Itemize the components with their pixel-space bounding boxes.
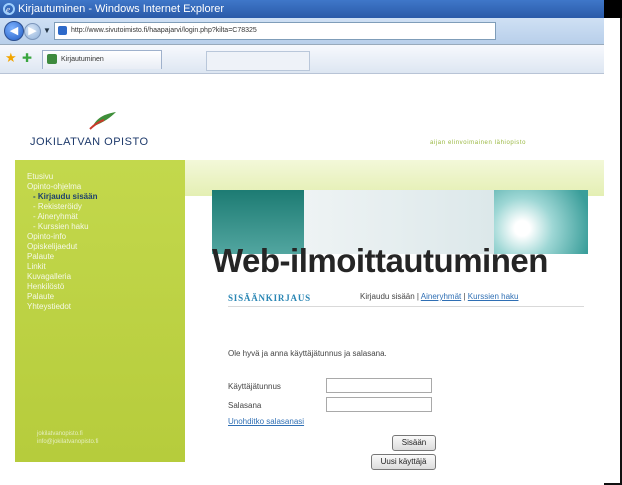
link-kurssien-haku[interactable]: Kurssien haku [468, 292, 519, 301]
svg-text:e: e [6, 5, 10, 15]
add-favorites-icon[interactable]: ✚ [22, 50, 32, 66]
title-bar-edge [604, 0, 622, 18]
link-aineryhmat[interactable]: Aineryhmät [421, 292, 461, 301]
sidebar-item[interactable]: - Rekisteröidy [27, 202, 177, 212]
site-tagline: aijan elinvoimainen lähiopisto [430, 140, 527, 146]
new-user-button[interactable]: Uusi käyttäjä [371, 454, 436, 470]
window-title: Kirjautuminen - Windows Internet Explore… [18, 3, 225, 15]
favorites-star-icon[interactable]: ★ [5, 50, 17, 66]
leaf-logo-icon [89, 112, 116, 130]
sidebar-item[interactable]: - Aineryhmät [27, 212, 177, 222]
tab-label: Kirjautuminen [61, 56, 104, 63]
sidebar-item[interactable]: Etusivu [27, 172, 177, 182]
forgot-password-link[interactable]: Unohditko salasanasi [228, 417, 304, 426]
logo-text: JOKILATVAN OPISTO [30, 136, 149, 148]
username-field[interactable] [326, 378, 432, 393]
page-title: Web-ilmoittautuminen [212, 242, 548, 279]
password-label: Salasana [228, 401, 262, 410]
tab-bar: ★ ✚ Kirjautuminen [0, 45, 604, 74]
ie-logo-icon: e [3, 3, 15, 15]
sidebar-item[interactable]: Palaute [27, 252, 177, 262]
sidebar-footer-line[interactable]: jokilatvanopisto.fi [37, 430, 177, 438]
sidebar-item[interactable]: Palaute [27, 292, 177, 302]
sidebar-item[interactable]: - Kurssien haku [27, 222, 177, 232]
history-dropdown-icon[interactable]: ▼ [43, 26, 51, 35]
page-icon [58, 25, 67, 35]
sidebar-item[interactable]: Kuvagalleria [27, 272, 177, 282]
section-heading: SISÄÄNKIRJAUS [228, 293, 311, 303]
links-prefix: Kirjaudu sisään | [360, 292, 421, 301]
window-title-bar: e Kirjautuminen - Windows Internet Explo… [0, 0, 622, 18]
sidebar-item[interactable]: Linkit [27, 262, 177, 272]
forward-arrow-icon[interactable]: ▶ [24, 23, 41, 40]
login-instructions: Ole hyvä ja anna käyttäjätunnus ja salas… [228, 349, 387, 358]
sidebar-menu: Etusivu Opinto-ohjelma - Kirjaudu sisään - … [27, 172, 177, 312]
sidebar-footer-line[interactable]: info@jokilatvanopisto.fi [37, 438, 177, 446]
sidebar-item[interactable]: Yhteystiedot [27, 302, 177, 312]
sidebar: Etusivu Opinto-ohjelma - Kirjaudu sisään - … [15, 160, 185, 462]
section-links: Kirjaudu sisään | Aineryhmät | Kurssien … [360, 292, 518, 301]
new-tab-button[interactable] [206, 51, 310, 71]
address-input[interactable]: http://www.sivutoimisto.fi/haapajarvi/lo… [54, 22, 496, 40]
sidebar-item[interactable]: Opinto-info [27, 232, 177, 242]
password-field[interactable] [326, 397, 432, 412]
sidebar-item[interactable]: Henkilöstö [27, 282, 177, 292]
address-url: http://www.sivutoimisto.fi/haapajarvi/lo… [71, 27, 257, 34]
tab-page-icon [47, 54, 57, 65]
site-logo[interactable]: JOKILATVAN OPISTO [30, 110, 190, 162]
sidebar-item[interactable]: - Kirjaudu sisään [27, 192, 177, 202]
section-divider [228, 306, 584, 307]
address-toolbar: ◀ ▶ ▼ http://www.sivutoimisto.fi/haapaja… [0, 18, 604, 45]
username-label: Käyttäjätunnus [228, 382, 281, 391]
sidebar-footer: jokilatvanopisto.fi info@jokilatvanopisto… [37, 430, 177, 446]
sidebar-item[interactable]: Opinto-ohjelma [27, 182, 177, 192]
tab-kirjautuminen[interactable]: Kirjautuminen [42, 50, 162, 69]
sidebar-item[interactable]: Opiskelijaedut [27, 242, 177, 252]
back-arrow-icon[interactable]: ◀ [4, 21, 24, 41]
login-button[interactable]: Sisään [392, 435, 436, 451]
web-page: JOKILATVAN OPISTO aijan elinvoimainen lä… [0, 74, 604, 485]
